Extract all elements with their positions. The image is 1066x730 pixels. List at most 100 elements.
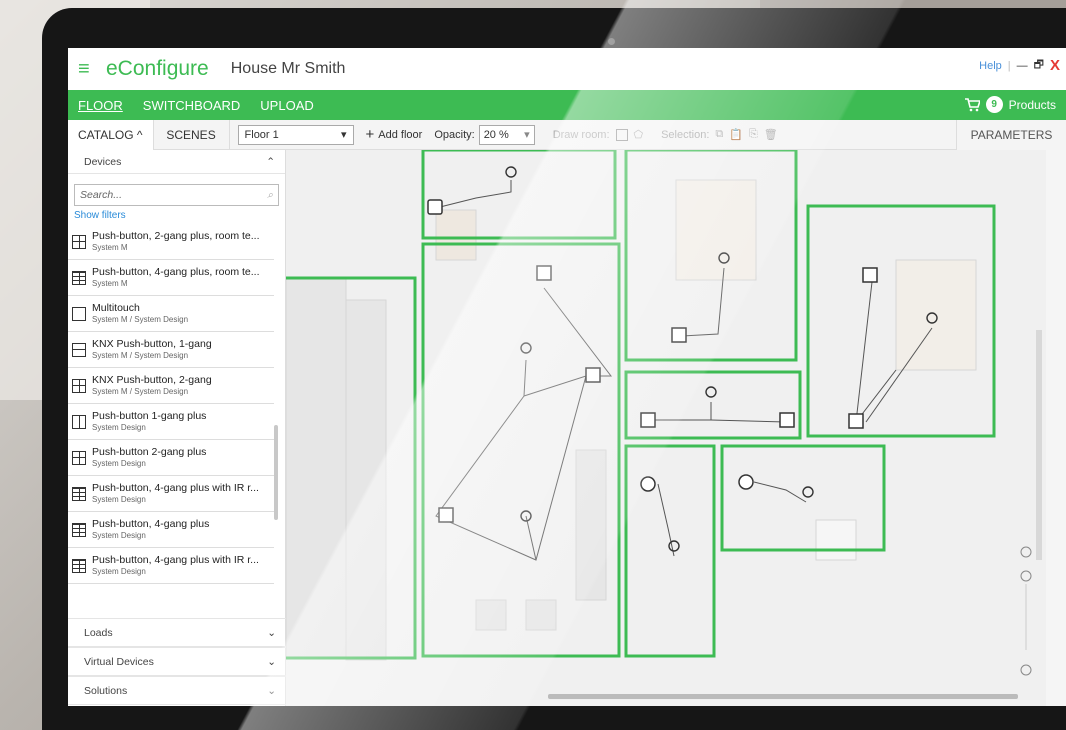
canvas-horizontal-scrollbar[interactable] (548, 694, 1018, 699)
list-item[interactable]: KNX Push-button, 1-gang System M / System… (68, 332, 274, 368)
device-list-scrollbar[interactable] (274, 425, 278, 520)
zoom-rail (1020, 330, 1042, 676)
opacity-value: 20 % (483, 128, 509, 141)
device-name: Push-button, 4-gang plus with IR r... (92, 481, 259, 494)
products-cart[interactable]: 9 Products (964, 96, 1056, 113)
light-bulb-icon[interactable] (505, 166, 517, 178)
connection-line (753, 481, 807, 503)
connection-line (435, 180, 512, 209)
push-button-4gang-icon (72, 522, 86, 537)
toolbar: CATALOG ^ SCENES Floor 1 ▾ + Add floor O… (68, 119, 1066, 150)
device-system: System Design (92, 458, 146, 468)
device-name: Push-button 1-gang plus (92, 409, 207, 422)
copy-icon[interactable]: ⧉ (715, 128, 723, 141)
furniture-shape (286, 277, 347, 659)
duplicate-icon[interactable]: ⎘ (749, 128, 758, 141)
cart-count-badge: 9 (985, 96, 1003, 113)
search-input[interactable]: Search... ⌕ (74, 184, 279, 206)
rectangle-room-icon[interactable] (615, 128, 628, 141)
zoom-in-icon[interactable] (1020, 570, 1032, 582)
paste-icon[interactable]: 📋 (729, 128, 743, 141)
list-item[interactable]: Push-button, 4-gang plus System Design (68, 512, 274, 548)
parameters-tab[interactable]: PARAMETERS (956, 120, 1066, 150)
chevron-up-icon: ⌃ (266, 155, 275, 168)
chevron-down-icon: ▾ (341, 129, 347, 141)
list-item[interactable]: Push-button, 4-gang plus, room te... Syst… (68, 260, 274, 296)
hamburger-menu-icon[interactable]: ≡ (78, 59, 98, 79)
menu-switchboard[interactable]: SWITCHBOARD (143, 98, 241, 113)
sensor-device-icon[interactable] (427, 199, 443, 215)
push-button-1gang-icon (72, 342, 86, 357)
dimmer-device-icon[interactable] (640, 476, 656, 492)
help-link[interactable]: Help (979, 60, 1002, 72)
list-item[interactable]: Push-button, 2-gang plus, room te... Syst… (68, 224, 274, 260)
list-item[interactable]: Push-button, 4-gang plus with IR r... Sys… (68, 548, 274, 584)
push-button-1gang-icon (72, 414, 86, 429)
room-outline (624, 370, 802, 440)
push-button-device-icon[interactable] (779, 412, 795, 428)
tab-scenes[interactable]: SCENES (154, 119, 230, 150)
vertical-scrollbar[interactable] (1036, 330, 1042, 560)
main-menu: FLOOR SWITCHBOARD UPLOAD 9 Products (68, 90, 1066, 120)
display-device-icon[interactable] (536, 265, 552, 281)
close-button[interactable]: X (1050, 57, 1060, 74)
selection-label: Selection: (661, 128, 710, 141)
menu-upload[interactable]: UPLOAD (260, 98, 313, 113)
zoom-out-icon[interactable] (1020, 664, 1032, 676)
list-item[interactable]: KNX Push-button, 2-gang System M / System… (68, 368, 274, 404)
dimmer-device-icon[interactable] (738, 474, 754, 490)
polygon-room-icon[interactable]: ⬠ (634, 128, 644, 141)
push-button-2gang-icon (72, 378, 86, 393)
floor-plan-canvas[interactable] (286, 150, 1066, 706)
push-button-device-icon[interactable] (640, 412, 656, 428)
restore-button[interactable]: 🗗 (1034, 56, 1044, 75)
floor-select[interactable]: Floor 1 ▾ (237, 124, 354, 145)
light-bulb-icon[interactable] (520, 342, 532, 354)
opacity-select[interactable]: 20 % ▾ (478, 124, 535, 145)
camera-dot (608, 38, 615, 45)
floor-select-value: Floor 1 (244, 128, 279, 141)
push-button-device-icon[interactable] (585, 367, 601, 383)
push-button-2gang-icon (72, 450, 86, 465)
collapsed-sections: Loads ⌄ Virtual Devices ⌄ Solutions ⌄ (68, 618, 286, 705)
light-bulb-icon[interactable] (802, 486, 814, 498)
list-item[interactable]: Push-button 1-gang plus System Design (68, 404, 274, 440)
light-bulb-icon[interactable] (705, 386, 717, 398)
solutions-section-header[interactable]: Solutions ⌄ (68, 676, 286, 705)
devices-section-header[interactable]: Devices ⌃ (68, 150, 285, 174)
connection-line (543, 287, 613, 377)
display-device-icon[interactable] (862, 267, 878, 283)
virtual-devices-label: Virtual Devices (84, 655, 154, 668)
project-name: House Mr Smith (230, 60, 346, 77)
device-name: Push-button, 4-gang plus, room te... (92, 265, 260, 278)
virtual-devices-section-header[interactable]: Virtual Devices ⌄ (68, 647, 286, 676)
device-system: System Design (92, 566, 146, 576)
menu-floor[interactable]: FLOOR (78, 98, 123, 113)
furniture-shape (345, 299, 387, 661)
list-item[interactable]: Multitouch System M / System Design (68, 296, 274, 332)
loads-label: Loads (84, 626, 113, 639)
add-floor-button[interactable]: + Add floor (366, 126, 423, 143)
push-button-device-icon[interactable] (848, 413, 864, 429)
window-controls: Help | — 🗗 X (979, 56, 1060, 75)
connection-line (525, 515, 537, 561)
show-filters-link[interactable]: Show filters (74, 210, 285, 221)
chevron-down-icon: ▾ (524, 129, 530, 141)
loads-section-header[interactable]: Loads ⌄ (68, 618, 286, 647)
device-name: Push-button, 4-gang plus with IR r... (92, 553, 259, 566)
multitouch-icon (72, 306, 86, 321)
device-name: Multitouch (92, 301, 140, 314)
push-button-device-icon[interactable] (671, 327, 687, 343)
push-button-4gang-icon (72, 486, 86, 501)
eye-icon[interactable] (1020, 546, 1032, 558)
minimize-button[interactable]: — (1017, 60, 1028, 72)
tab-catalog[interactable]: CATALOG ^ (68, 119, 154, 150)
light-bulb-icon[interactable] (668, 540, 680, 552)
solutions-label: Solutions (84, 684, 128, 697)
right-edge (1046, 150, 1066, 706)
list-item[interactable]: Push-button, 4-gang plus with IR r... Sys… (68, 476, 274, 512)
trash-icon[interactable]: 🗑 (764, 128, 778, 141)
push-button-device-icon[interactable] (438, 507, 454, 523)
list-item[interactable]: Push-button 2-gang plus System Design (68, 440, 274, 476)
device-system: System M / System Design (92, 350, 189, 360)
